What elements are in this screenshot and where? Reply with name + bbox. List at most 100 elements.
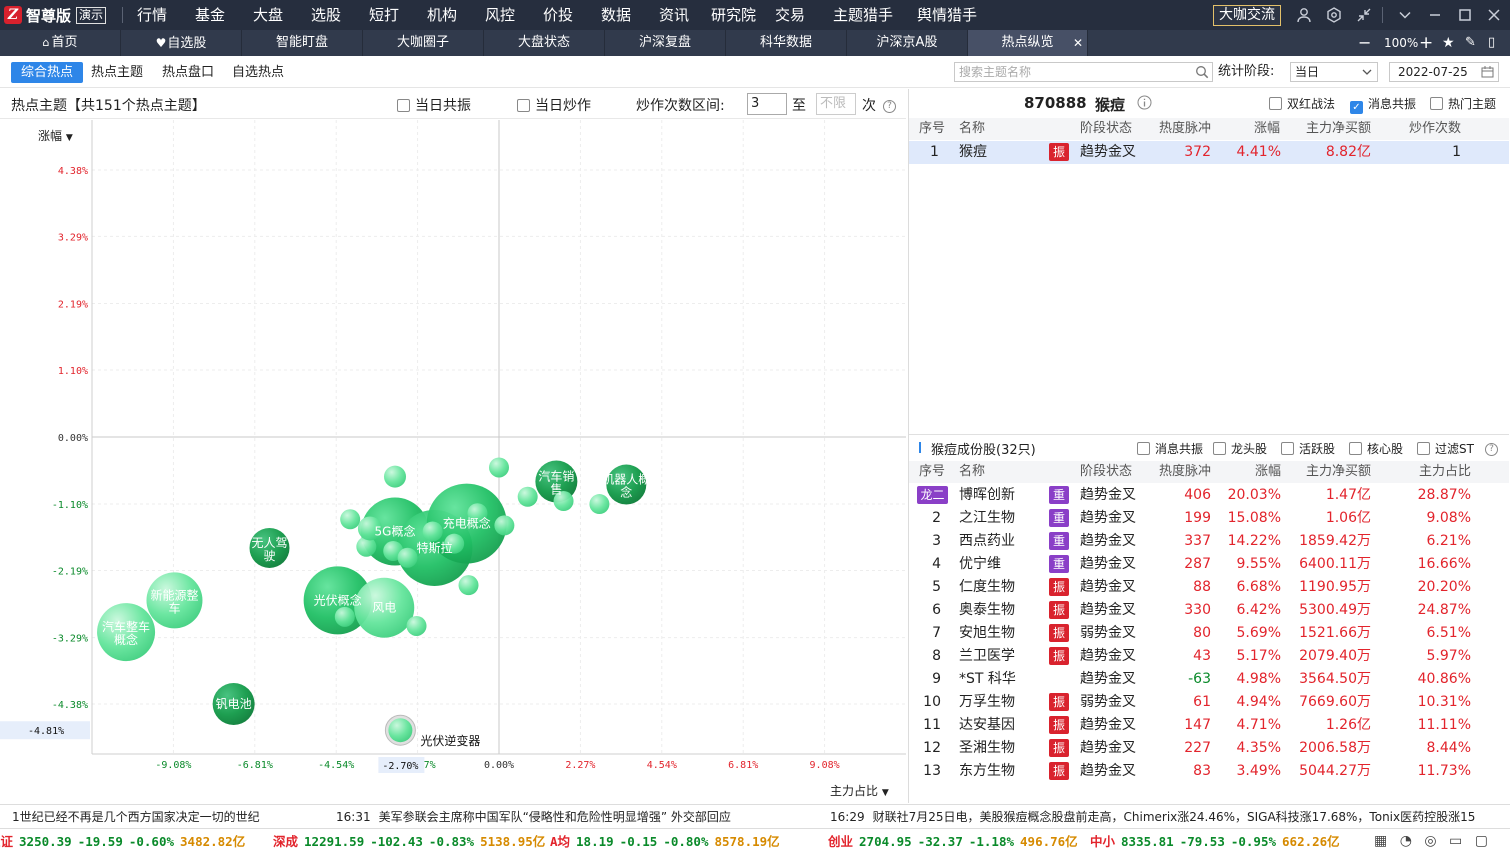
close-icon[interactable] xyxy=(1480,0,1508,30)
chat-icon[interactable]: ▢ xyxy=(1475,833,1488,849)
index-item[interactable]: 中小 8335.81 -79.53 -0.95% 662.26亿 xyxy=(1090,829,1340,854)
target-icon[interactable]: ◎ xyxy=(1424,833,1436,849)
zoom-in-icon[interactable]: + xyxy=(1419,30,1433,56)
index-item[interactable]: 上证 3250.39 -19.59 -0.60% 3482.82亿 xyxy=(0,829,245,854)
stock-row[interactable]: 11 达安基因 振趋势金叉 147 4.71% 1.26亿 11.11% xyxy=(909,714,1509,737)
menu-item-8[interactable]: 数据 xyxy=(601,0,631,30)
user-icon[interactable] xyxy=(1290,0,1318,30)
menu-item-2[interactable]: 大盘 xyxy=(253,0,283,30)
theme-search-input[interactable]: 搜索主题名称 xyxy=(954,62,1213,82)
menu-item-13[interactable]: 舆情猎手 xyxy=(917,0,977,30)
detail-filter-2[interactable]: 热门主题 xyxy=(1430,95,1496,112)
news-ticker[interactable]: 1世纪已经不再是几个西方国家决定一切的世纪 16:31 美军参联会主席称中国军队“侵… xyxy=(0,804,1510,828)
bubble-point[interactable] xyxy=(406,615,427,636)
checkbox-box[interactable] xyxy=(1137,442,1150,455)
calendar-icon[interactable] xyxy=(1481,66,1494,78)
bubble-point[interactable] xyxy=(489,457,509,478)
stock-row[interactable]: 龙二 博晖创新 重趋势金叉 406 20.03% 1.47亿 28.87% xyxy=(909,484,1509,507)
settings-icon[interactable] xyxy=(1320,0,1348,30)
screen-icon[interactable]: ▭ xyxy=(1449,833,1462,849)
x-axis-title[interactable]: 主力占比 ▼ xyxy=(830,782,889,799)
bell-icon[interactable]: ◔ xyxy=(1400,833,1412,849)
edit-icon[interactable]: ✎ xyxy=(1465,30,1476,56)
page-icon[interactable]: ▯ xyxy=(1488,30,1495,56)
info-icon[interactable] xyxy=(1137,95,1152,114)
subtab-1[interactable]: 热点主题 xyxy=(81,62,153,83)
news-item[interactable]: 16:31 美军参联会主席称中国军队“侵略性和危险性明显增强” 外交部回应 xyxy=(336,805,731,828)
period-select[interactable]: 当日 xyxy=(1290,62,1378,82)
stock-filter-3[interactable]: 核心股 xyxy=(1349,440,1403,457)
y-axis-title[interactable]: 涨幅 ▼ xyxy=(38,127,73,144)
minimize-icon[interactable] xyxy=(1421,0,1449,30)
tab-3[interactable]: 大咖圈子 xyxy=(363,30,484,56)
bubble-point[interactable] xyxy=(517,486,538,507)
checkbox-box[interactable] xyxy=(1281,442,1294,455)
search-icon[interactable] xyxy=(1195,65,1209,79)
index-item[interactable]: 深成 12291.59 -102.43 -0.83% 5138.95亿 xyxy=(273,829,545,854)
date-picker[interactable]: 2022-07-25 xyxy=(1389,62,1499,82)
bubble-point[interactable] xyxy=(589,494,610,515)
detail-row[interactable]: 1 猴痘 振趋势金叉 372 4.41% 8.82亿 1 xyxy=(909,141,1509,164)
stock-row[interactable]: 9 *ST 科华 趋势金叉 -63 4.98% 3564.50万 40.86% xyxy=(909,668,1509,691)
bubble-point[interactable] xyxy=(334,606,355,627)
menu-item-3[interactable]: 选股 xyxy=(311,0,341,30)
menu-item-5[interactable]: 机构 xyxy=(427,0,457,30)
news-item[interactable]: 16:29 财联社7月25日电，美股猴痘概念股盘前走高，Chimerix涨24.4… xyxy=(830,805,1475,828)
bubble-point[interactable] xyxy=(422,521,443,542)
calculator-icon[interactable]: ▦ xyxy=(1374,833,1387,849)
menu-item-6[interactable]: 风控 xyxy=(485,0,515,30)
stock-filter-4[interactable]: 过滤ST xyxy=(1417,440,1474,457)
menu-item-12[interactable]: 主题猎手 xyxy=(833,0,893,30)
bubble-point[interactable] xyxy=(397,547,418,568)
zoom-out-icon[interactable]: − xyxy=(1358,30,1371,56)
hype-checkbox[interactable]: 当日炒作 xyxy=(517,95,591,115)
tab-2[interactable]: 智能盯盘 xyxy=(242,30,363,56)
stock-row[interactable]: 3 西点药业 重趋势金叉 337 14.22% 1859.42万 6.21% xyxy=(909,530,1509,553)
range-to-input[interactable]: 不限 xyxy=(816,93,856,115)
bubble-point[interactable] xyxy=(458,575,479,596)
menu-item-9[interactable]: 资讯 xyxy=(659,0,689,30)
range-from-input[interactable]: 3 xyxy=(747,93,787,115)
resonance-checkbox[interactable]: 当日共振 xyxy=(397,95,471,115)
tab-4[interactable]: 大盘状态 xyxy=(484,30,605,56)
tab-0[interactable]: ⌂ 首页 xyxy=(0,30,121,56)
help-icon[interactable]: ? xyxy=(883,97,896,113)
detail-filter-0[interactable]: 双红战法 xyxy=(1269,95,1335,112)
tab-6[interactable]: 科华数据 xyxy=(726,30,847,56)
maximize-icon[interactable] xyxy=(1451,0,1479,30)
stock-row[interactable]: 10 万孚生物 振弱势金叉 61 4.94% 7669.60万 10.31% xyxy=(909,691,1509,714)
checkbox-box[interactable] xyxy=(1213,442,1226,455)
menu-item-10[interactable]: 研究院 xyxy=(711,0,756,30)
chevron-down-icon[interactable] xyxy=(1391,0,1419,30)
shrink-icon[interactable] xyxy=(1350,0,1378,30)
tab-5[interactable]: 沪深复盘 xyxy=(605,30,726,56)
dk-exchange-button[interactable]: 大咖交流 xyxy=(1213,5,1281,26)
menu-item-0[interactable]: 行情 xyxy=(137,0,167,30)
bubble-point[interactable] xyxy=(384,465,407,488)
stock-row[interactable]: 5 仁度生物 振趋势金叉 88 6.68% 1190.95万 20.20% xyxy=(909,576,1509,599)
menu-item-4[interactable]: 短打 xyxy=(369,0,399,30)
menu-item-1[interactable]: 基金 xyxy=(195,0,225,30)
checkbox-box[interactable] xyxy=(397,99,410,112)
tab-1[interactable]: ♥自选股 xyxy=(121,30,242,56)
subtab-2[interactable]: 热点盘口 xyxy=(152,62,224,83)
index-item[interactable]: A均 18.19 -0.15 -0.80% 8578.19亿 xyxy=(550,829,780,854)
stock-filter-0[interactable]: 消息共振 xyxy=(1137,440,1203,457)
stock-filter-2[interactable]: 活跃股 xyxy=(1281,440,1335,457)
checkbox-box[interactable] xyxy=(1417,442,1430,455)
menu-item-11[interactable]: 交易 xyxy=(775,0,805,30)
tab-7[interactable]: 沪深京A股 xyxy=(847,30,968,56)
subtab-0[interactable]: 综合热点 xyxy=(11,62,84,83)
bubble-point[interactable] xyxy=(494,515,515,536)
checkbox-box[interactable] xyxy=(1430,97,1443,110)
stock-filter-1[interactable]: 龙头股 xyxy=(1213,440,1267,457)
bubble-point[interactable] xyxy=(340,509,361,530)
stock-row[interactable]: 4 优宁维 重趋势金叉 287 9.55% 6400.11万 16.66% xyxy=(909,553,1509,576)
news-item[interactable]: 1世纪已经不再是几个西方国家决定一切的世纪 xyxy=(12,805,260,828)
detail-filter-1[interactable]: ✓ 消息共振 xyxy=(1350,95,1416,114)
stock-row[interactable]: 13 东方生物 振趋势金叉 83 3.49% 5044.27万 11.73% xyxy=(909,760,1509,783)
checkbox-box[interactable] xyxy=(1349,442,1362,455)
bubble-point[interactable] xyxy=(388,718,413,743)
stock-row[interactable]: 7 安旭生物 振弱势金叉 80 5.69% 1521.66万 6.51% xyxy=(909,622,1509,645)
checkbox-box[interactable] xyxy=(517,99,530,112)
